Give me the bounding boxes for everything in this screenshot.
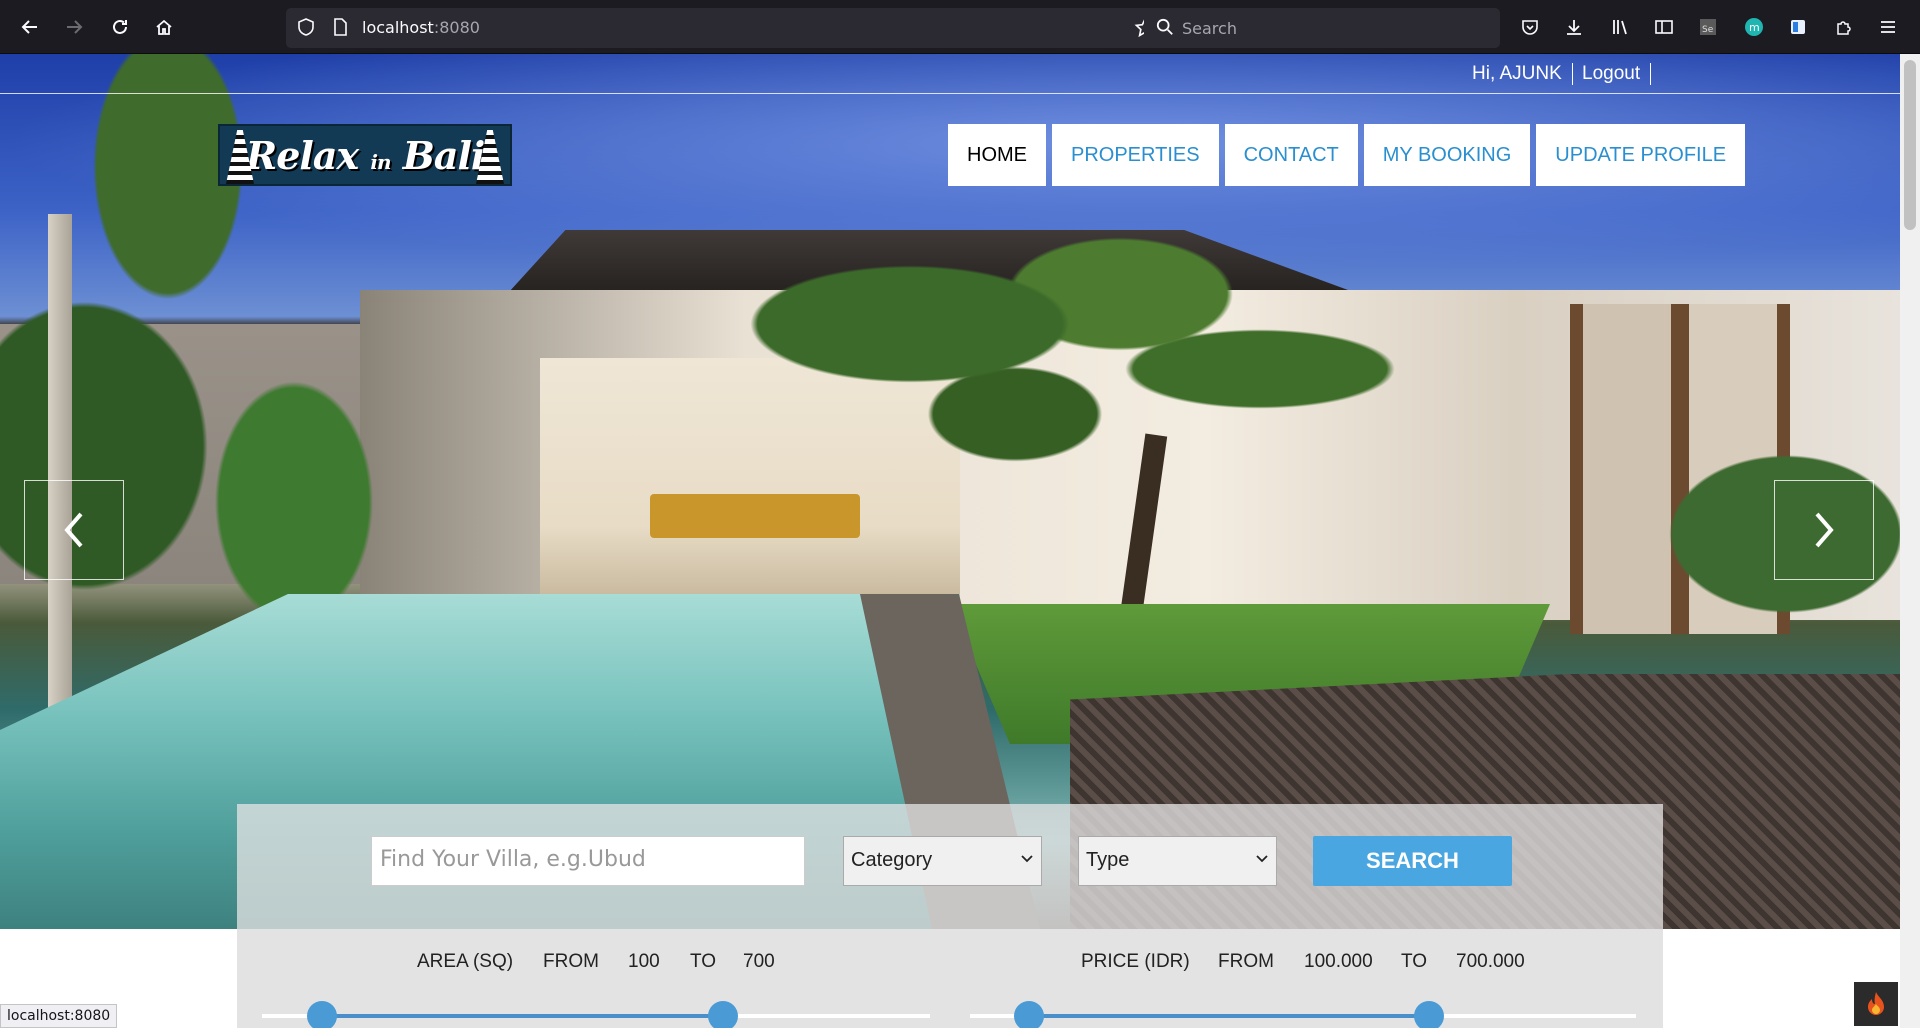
category-select[interactable]: Category bbox=[843, 836, 1042, 886]
search-icon bbox=[1156, 18, 1174, 40]
library-icon[interactable] bbox=[1604, 11, 1636, 43]
logo-text: Relax in Bali bbox=[245, 132, 486, 178]
fire-icon[interactable] bbox=[1854, 982, 1898, 1026]
browser-search-bar[interactable]: Search bbox=[1144, 8, 1500, 48]
area-from-label: FROM bbox=[543, 951, 599, 972]
carousel-next-button[interactable] bbox=[1774, 480, 1874, 580]
user-greeting[interactable]: Hi, AJUNK bbox=[1472, 63, 1573, 85]
url-text[interactable]: localhost:8080 bbox=[362, 18, 480, 37]
nav-my-booking[interactable]: MY BOOKING bbox=[1363, 124, 1531, 186]
pocket-icon[interactable] bbox=[1514, 11, 1546, 43]
price-from-label: FROM bbox=[1218, 951, 1274, 972]
page-viewport: Hi, AJUNK Logout Relax in Bali HOME PROP… bbox=[0, 54, 1920, 1028]
area-from-value: 100 bbox=[628, 951, 660, 972]
browser-toolbar: localhost:8080 Search Se m bbox=[0, 0, 1920, 54]
svg-text:Se: Se bbox=[1702, 25, 1714, 35]
sidebar-icon[interactable] bbox=[1648, 11, 1680, 43]
chevron-down-icon bbox=[1021, 855, 1033, 863]
area-label: AREA (SQ) bbox=[417, 951, 514, 972]
browser-search-placeholder: Search bbox=[1182, 19, 1237, 38]
search-button[interactable]: SEARCH bbox=[1313, 836, 1512, 886]
area-slider-max-handle[interactable] bbox=[708, 1001, 738, 1028]
area-slider-min-handle[interactable] bbox=[307, 1001, 337, 1028]
price-from-value: 100.000 bbox=[1304, 951, 1373, 972]
extension-se-icon[interactable]: Se bbox=[1692, 11, 1724, 43]
download-icon[interactable] bbox=[1558, 11, 1590, 43]
nav-properties[interactable]: PROPERTIES bbox=[1052, 124, 1219, 186]
price-slider-max-handle[interactable] bbox=[1414, 1001, 1444, 1028]
page-icon bbox=[330, 17, 350, 41]
link-status-url: localhost:8080 bbox=[0, 1004, 118, 1028]
nav-update-profile[interactable]: UPDATE PROFILE bbox=[1536, 124, 1746, 186]
scrollbar-thumb[interactable] bbox=[1904, 60, 1916, 230]
nav-contact[interactable]: CONTACT bbox=[1224, 124, 1358, 186]
area-to-value: 700 bbox=[743, 951, 775, 972]
villa-search-input[interactable]: Find Your Villa, e.g.Ubud bbox=[371, 836, 805, 886]
logout-link[interactable]: Logout bbox=[1582, 63, 1652, 85]
area-to-label: TO bbox=[690, 951, 717, 972]
site-logo[interactable]: Relax in Bali bbox=[218, 124, 512, 186]
extensions-puzzle-icon[interactable] bbox=[1828, 11, 1860, 43]
hero-frangipani-tree bbox=[700, 204, 1400, 504]
price-label: PRICE (IDR) bbox=[1081, 951, 1190, 972]
back-icon[interactable] bbox=[14, 11, 46, 43]
price-to-value: 700.000 bbox=[1456, 951, 1525, 972]
nav-home[interactable]: HOME bbox=[948, 124, 1046, 186]
user-bar: Hi, AJUNK Logout bbox=[0, 54, 1900, 94]
area-slider-range bbox=[322, 1014, 724, 1018]
main-nav: HOME PROPERTIES CONTACT MY BOOKING UPDAT… bbox=[948, 124, 1746, 186]
forward-icon[interactable] bbox=[58, 11, 90, 43]
chevron-right-icon bbox=[1815, 512, 1834, 548]
chevron-down-icon bbox=[1256, 855, 1268, 863]
hero-palm-trunk bbox=[48, 214, 72, 734]
menu-hamburger-icon[interactable] bbox=[1872, 11, 1904, 43]
extension-m-icon[interactable]: m bbox=[1738, 11, 1770, 43]
url-bar[interactable]: localhost:8080 bbox=[286, 8, 1166, 48]
type-select-value: Type bbox=[1086, 849, 1130, 871]
svg-text:m: m bbox=[1749, 21, 1760, 34]
shield-icon[interactable] bbox=[296, 17, 316, 41]
reload-icon[interactable] bbox=[104, 11, 136, 43]
type-select[interactable]: Type bbox=[1078, 836, 1277, 886]
carousel-prev-button[interactable] bbox=[24, 480, 124, 580]
extension-bookmark-icon[interactable] bbox=[1782, 11, 1814, 43]
category-select-value: Category bbox=[851, 849, 933, 871]
home-icon[interactable] bbox=[148, 11, 180, 43]
chevron-left-icon bbox=[64, 512, 83, 548]
price-slider-min-handle[interactable] bbox=[1014, 1001, 1044, 1028]
hero-slideshow: Hi, AJUNK Logout Relax in Bali HOME PROP… bbox=[0, 54, 1900, 929]
price-slider-range bbox=[1029, 1014, 1429, 1018]
price-to-label: TO bbox=[1401, 951, 1428, 972]
